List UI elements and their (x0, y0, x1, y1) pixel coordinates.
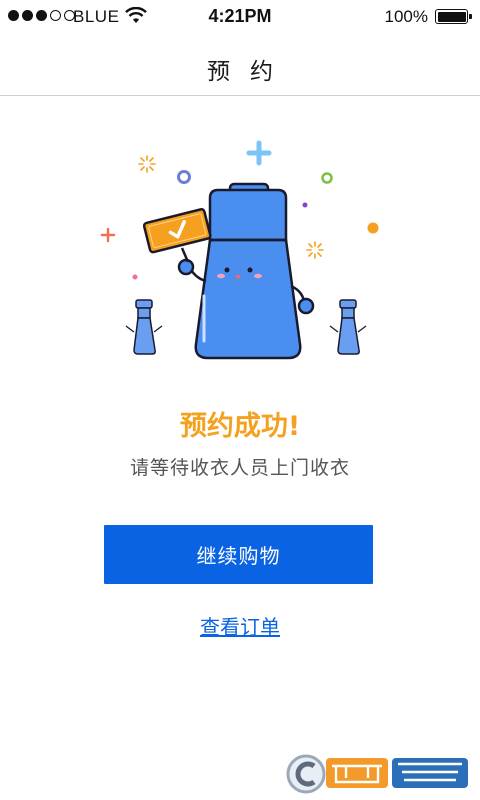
small-bottle-right (329, 299, 367, 355)
view-order-link[interactable]: 查看订单 (0, 611, 480, 640)
continue-shopping-button[interactable]: 继续购物 (104, 525, 373, 584)
status-bar: BLUE 4:21PM 100% (0, 0, 480, 34)
success-subtitle: 请等待收衣人员上门收衣 (129, 457, 350, 479)
plus-icon (246, 140, 272, 166)
main-bottle (142, 182, 315, 360)
bottle-mascot-illustration (100, 140, 379, 360)
success-title: 预约成功! (179, 411, 301, 442)
sparkle-icon (306, 241, 324, 259)
sparkle-icon (138, 155, 156, 173)
nav-bar: 预约 (0, 34, 480, 96)
page-title: 预约 (207, 59, 293, 85)
small-bottle-left (125, 299, 163, 355)
battery-percent: 100% (384, 7, 428, 26)
battery-icon (435, 9, 472, 24)
site-watermark-logo (286, 754, 468, 794)
plus-icon (100, 227, 116, 243)
